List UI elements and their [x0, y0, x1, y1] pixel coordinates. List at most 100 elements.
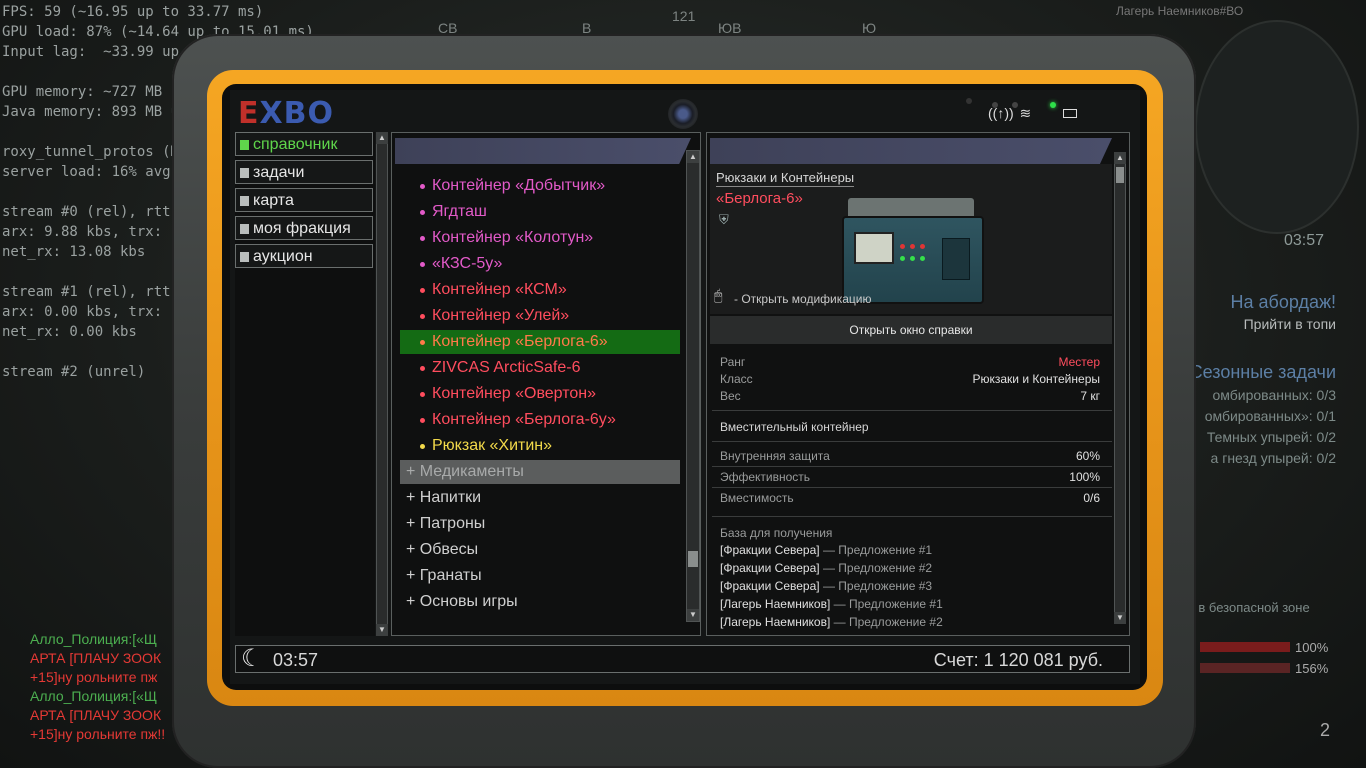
scroll-down-icon[interactable]: ▼ — [1114, 612, 1126, 624]
camera-icon — [668, 99, 698, 129]
sidebar-scrollbar[interactable]: ▲ ▼ — [376, 132, 388, 636]
container-image — [842, 192, 984, 304]
rarity-dot-icon — [420, 444, 425, 449]
chat-log: Алло_Полиция:[«Щ АРТА [ПЛАЧУ ЗООК +15]ну р… — [30, 630, 165, 744]
season-tasks: омбированных: 0/3 омбированных»: 0/1 Тем… — [1204, 387, 1336, 466]
scroll-down-icon[interactable]: ▼ — [687, 609, 699, 621]
sidebar-item-1[interactable]: задачи — [235, 160, 373, 184]
base-offer-link[interactable]: [Фракции Севера] — Предложение #1 — [720, 543, 932, 557]
quest-title: На абордаж! — [1230, 292, 1337, 312]
health-bar — [1200, 642, 1290, 652]
item-category: Рюкзаки и Контейнеры — [716, 170, 855, 187]
detail-banner — [710, 138, 1112, 164]
list-item[interactable]: ZIVCAS ArcticSafe-6 — [400, 356, 680, 380]
open-help-button[interactable]: Открыть окно справки — [710, 316, 1112, 344]
minimap-time: 03:57 — [1284, 232, 1325, 249]
location-name: Лагерь Наемников#ВО — [1116, 4, 1244, 18]
sidebar-item-4[interactable]: аукцион — [235, 244, 373, 268]
rarity-dot-icon — [420, 366, 425, 371]
signal-icon: ((↑)) — [988, 105, 1014, 121]
compass-heading: 121 — [672, 8, 696, 24]
bullet-icon — [240, 196, 249, 206]
bullet-icon — [240, 252, 249, 262]
category-item[interactable]: + Напитки — [400, 486, 680, 510]
rarity-dot-icon — [420, 314, 425, 319]
health-value: 100% — [1295, 640, 1329, 655]
ammo-count: 2 — [1320, 720, 1331, 740]
rarity-dot-icon — [420, 340, 425, 345]
category-item[interactable]: + Патроны — [400, 512, 680, 536]
list-item[interactable]: Контейнер «Добытчик» — [400, 174, 680, 198]
wifi-icon: ≋ — [1019, 105, 1032, 121]
sidebar-item-label: карта — [253, 192, 294, 209]
debug-line: FPS: 59 (~16.95 up to 33.77 ms) — [2, 4, 264, 20]
bullet-icon — [240, 168, 249, 178]
category-item[interactable]: + Медикаменты — [400, 460, 680, 484]
divider — [712, 441, 1112, 442]
chat-line: АРТА [ПЛАЧУ ЗООК — [30, 707, 162, 723]
battery-icon — [1063, 109, 1078, 118]
rarity-dot-icon — [420, 236, 425, 241]
season-title: Сезонные задачи — [1189, 362, 1336, 382]
sidebar-item-3[interactable]: моя фракция — [235, 216, 373, 240]
list-scrollbar[interactable]: ▲ ▼ — [686, 150, 700, 622]
scroll-up-icon[interactable]: ▲ — [1114, 152, 1126, 164]
rarity-dot-icon — [420, 288, 425, 293]
shield-icon: ⛨ — [719, 212, 729, 227]
base-offer-link[interactable]: [Фракции Севера] — Предложение #2 — [720, 561, 932, 575]
property-row: Внутренняя защита 60% — [720, 449, 1100, 463]
base-offer-link[interactable]: [Лагерь Наемников] — Предложение #2 — [720, 615, 943, 629]
rarity-dot-icon — [420, 392, 425, 397]
rarity-dot-icon — [420, 210, 425, 215]
stamina-bar — [1200, 663, 1290, 673]
base-offer-link[interactable]: [Лагерь Наемников] — Предложение #1 — [720, 597, 943, 611]
sidebar-item-label: справочник — [253, 136, 338, 153]
chat-line: Алло_Полиция:[«Щ — [30, 631, 158, 647]
category-item[interactable]: + Основы игры — [400, 590, 680, 614]
category-item[interactable]: + Обвесы — [400, 538, 680, 562]
sidebar-item-label: моя фракция — [253, 220, 351, 237]
list-item[interactable]: Ягдташ — [400, 200, 680, 224]
chat-line: +15]ну рольните пж — [30, 669, 158, 685]
scroll-up-icon[interactable]: ▲ — [687, 151, 699, 163]
divider — [712, 487, 1112, 488]
sidebar-item-2[interactable]: карта — [235, 188, 373, 212]
scroll-up-icon[interactable]: ▲ — [376, 132, 388, 144]
divider — [712, 410, 1112, 411]
moon-icon: ☾ — [241, 645, 263, 672]
list-item[interactable]: Контейнер «Берлога-6» — [400, 330, 680, 354]
list-item[interactable]: Контейнер «Овертон» — [400, 382, 680, 406]
list-item[interactable]: Рюкзак «Хитин» — [400, 434, 680, 458]
list-banner — [395, 138, 691, 164]
sidebar-item-0[interactable]: справочник — [235, 132, 373, 156]
detail-scrollbar[interactable]: ▲ ▼ — [1114, 152, 1126, 624]
category-item[interactable]: + Гранаты — [400, 564, 680, 588]
sensor-icon — [966, 98, 972, 104]
list-item[interactable]: Контейнер «Колотун» — [400, 226, 680, 250]
sidebar-item-label: аукцион — [253, 248, 313, 265]
exbo-logo: EXBO — [238, 96, 335, 131]
chat-line: Алло_Полиция:[«Щ — [30, 688, 158, 704]
list-item[interactable]: Контейнер «Берлога-6у» — [400, 408, 680, 432]
scroll-down-icon[interactable]: ▼ — [376, 624, 388, 636]
list-item[interactable]: Контейнер «КСМ» — [400, 278, 680, 302]
balance: Счет: 1 120 081 руб. — [933, 650, 1103, 670]
quest-subtitle: Прийти в топи — [1243, 316, 1336, 332]
rarity-dot-icon — [420, 418, 425, 423]
base-title: База для получения — [720, 526, 833, 540]
stamina-value: 156% — [1295, 661, 1329, 676]
rarity-dot-icon — [420, 262, 425, 267]
stat-row: Ранг Местер — [720, 355, 1100, 369]
stat-row: Вес 7 кг — [720, 389, 1100, 403]
minimap — [1195, 20, 1359, 234]
detail-scroll-thumb[interactable] — [1116, 167, 1124, 183]
sidebar-item-label: задачи — [253, 164, 305, 181]
list-item[interactable]: «КЗС-5у» — [400, 252, 680, 276]
bullet-icon — [240, 224, 249, 234]
clock-time: 03:57 — [273, 650, 319, 670]
list-scroll-thumb[interactable] — [688, 551, 698, 567]
divider — [712, 466, 1112, 467]
list-item[interactable]: Контейнер «Улей» — [400, 304, 680, 328]
property-row: Вместимость 0/6 — [720, 491, 1100, 505]
base-offer-link[interactable]: [Фракции Севера] — Предложение #3 — [720, 579, 932, 593]
